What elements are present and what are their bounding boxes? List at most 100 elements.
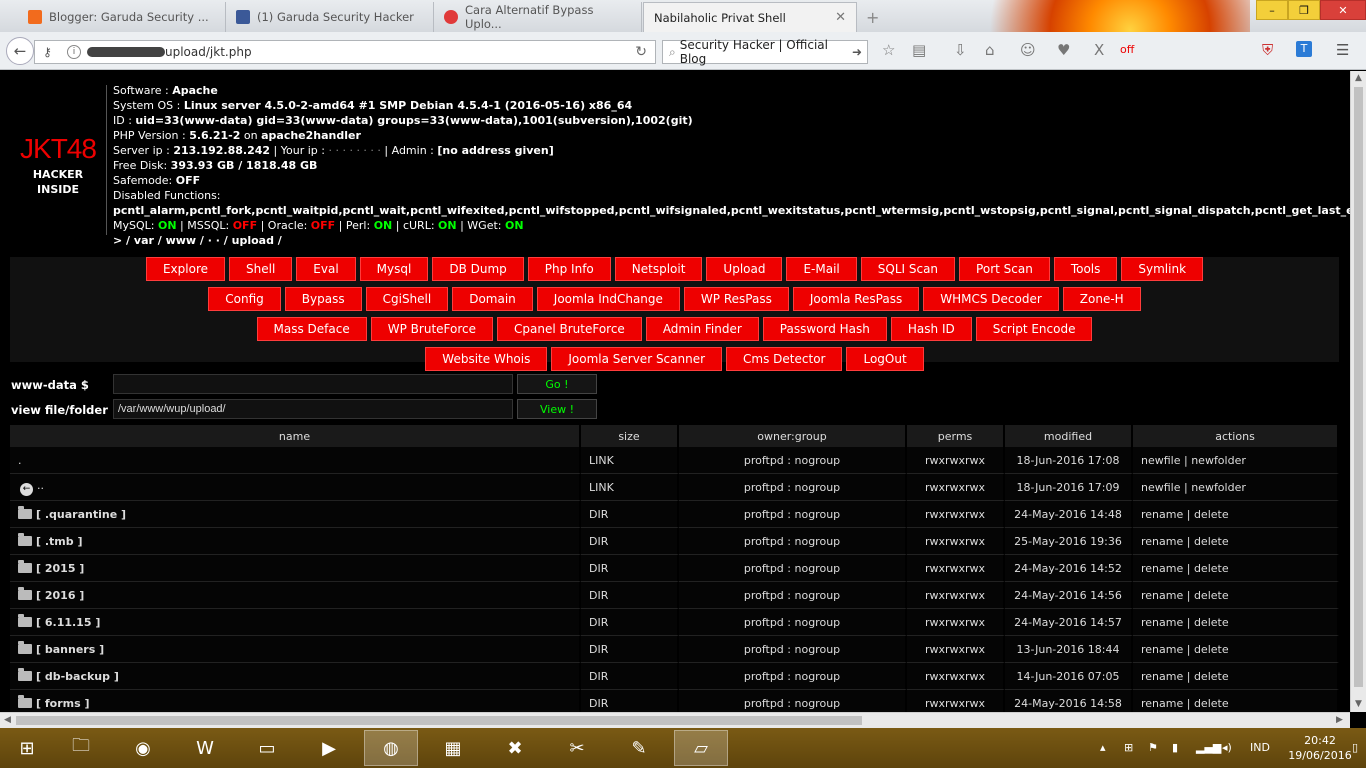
search-text[interactable]: Security Hacker | Official Blog [680, 38, 852, 66]
search-bar[interactable]: ⌕ Security Hacker | Official Blog ➜ [662, 38, 868, 66]
bookmark-star-icon[interactable]: ☆ [882, 41, 895, 59]
column-header-modified[interactable]: modified [1005, 425, 1133, 447]
file-name[interactable]: [ 2015 ] [36, 562, 84, 575]
file-name[interactable]: . [18, 454, 22, 467]
scroll-down-icon[interactable]: ▼ [1355, 699, 1362, 709]
volume-icon[interactable]: ◂) [1222, 741, 1232, 754]
breadcrumb-path[interactable]: > / var / www / · · / upload / [113, 233, 1350, 248]
file-name[interactable]: [ .quarantine ] [36, 508, 126, 521]
action-link[interactable]: delete [1194, 697, 1229, 710]
scroll-thumb[interactable] [16, 716, 862, 725]
window-close-button[interactable]: ✕ [1320, 0, 1366, 20]
menu-button-cgishell[interactable]: CgiShell [365, 287, 449, 311]
menu-button-password-hash[interactable]: Password Hash [762, 317, 887, 341]
perms-cell[interactable]: rwxrwxrwx [907, 582, 1005, 609]
menu-button-symlink[interactable]: Symlink [1121, 257, 1204, 281]
menu-button-wp-bruteforce[interactable]: WP BruteForce [370, 317, 493, 341]
tray-expand-icon[interactable]: ▴ [1100, 741, 1106, 754]
menu-button-mysql[interactable]: Mysql [359, 257, 429, 281]
menu-button-bypass[interactable]: Bypass [284, 287, 362, 311]
action-link[interactable]: rename [1141, 643, 1183, 656]
modified-cell[interactable]: 13-Jun-2016 18:44 [1005, 636, 1133, 663]
notepad-icon[interactable]: ▱ [674, 730, 728, 766]
menu-button-port-scan[interactable]: Port Scan [959, 257, 1050, 281]
tab-bypass-upload[interactable]: Cara Alternatif Bypass Uplo... [434, 2, 642, 32]
media-player-icon[interactable]: ▶ [302, 730, 356, 766]
download-icon[interactable]: ⇩ [954, 41, 967, 59]
chrome-icon[interactable]: ◉ [116, 730, 170, 766]
file-name[interactable]: [ db-backup ] [36, 670, 119, 683]
flag-icon[interactable]: ⚑ [1148, 741, 1158, 754]
table-row[interactable]: [ db-backup ] DIR proftpd : nogroup rwxrwxr… [10, 663, 1339, 690]
menu-button-cpanel-bruteforce[interactable]: Cpanel BruteForce [497, 317, 642, 341]
action-link[interactable]: newfolder [1191, 481, 1246, 494]
clipboard-icon[interactable]: ▤ [912, 41, 926, 59]
menu-button-upload[interactable]: Upload [706, 257, 783, 281]
notifications-icon[interactable]: ▯ [1352, 741, 1358, 754]
scroll-left-icon[interactable]: ◀ [4, 715, 11, 725]
table-row[interactable]: [ .quarantine ] DIR proftpd : nogroup rwxrw… [10, 501, 1339, 528]
modified-cell[interactable]: 18-Jun-2016 17:08 [1005, 447, 1133, 474]
column-header-name[interactable]: name [10, 425, 581, 447]
shield-icon[interactable]: ⛨ [1262, 41, 1273, 59]
tab-facebook[interactable]: (1) Garuda Security Hacker [226, 2, 434, 32]
perms-cell[interactable]: rwxrwxrwx [907, 663, 1005, 690]
firefox-icon[interactable]: ◍ [364, 730, 418, 766]
perms-cell[interactable]: rwxrwxrwx [907, 690, 1005, 712]
menu-button-zone-h[interactable]: Zone-H [1062, 287, 1141, 311]
table-row[interactable]: [ 6.11.15 ] DIR proftpd : nogroup rwxrwxrwx… [10, 609, 1339, 636]
menu-button-hash-id[interactable]: Hash ID [890, 317, 972, 341]
home-icon[interactable]: ⌂ [985, 41, 995, 59]
maximize-button[interactable]: ❐ [1288, 0, 1320, 20]
action-link[interactable]: delete [1194, 670, 1229, 683]
action-link[interactable]: rename [1141, 535, 1183, 548]
new-tab-button[interactable]: + [866, 8, 879, 27]
menu-button-cms-detector[interactable]: Cms Detector [726, 347, 843, 371]
windows-icon[interactable]: ⊞ [1124, 741, 1133, 754]
view-path-input[interactable] [113, 399, 513, 419]
modified-cell[interactable]: 25-May-2016 19:36 [1005, 528, 1133, 555]
start-button[interactable]: ⊞ [0, 730, 54, 766]
language-indicator[interactable]: IND [1250, 741, 1270, 754]
action-link[interactable]: rename [1141, 697, 1183, 710]
back-button[interactable]: ← [6, 37, 34, 65]
scroll-up-icon[interactable]: ▲ [1355, 73, 1362, 83]
go-button[interactable]: Go ! [517, 374, 597, 394]
modified-cell[interactable]: 24-May-2016 14:58 [1005, 690, 1133, 712]
menu-button-script-encode[interactable]: Script Encode [975, 317, 1093, 341]
clock[interactable]: 20:42 19/06/2016 [1288, 733, 1352, 763]
perms-cell[interactable]: rwxrwxrwx [907, 528, 1005, 555]
file-explorer-icon[interactable]: 🗀 [54, 730, 108, 766]
reload-icon[interactable]: ↻ [635, 44, 647, 60]
action-link[interactable]: rename [1141, 562, 1183, 575]
menu-button-joomla-server-scanner[interactable]: Joomla Server Scanner [551, 347, 723, 371]
menu-button-shell[interactable]: Shell [229, 257, 293, 281]
perms-cell[interactable]: rwxrwxrwx [907, 501, 1005, 528]
tab-blogger[interactable]: Blogger: Garuda Security ... [18, 2, 226, 32]
perms-cell[interactable]: rwxrwxrwx [907, 636, 1005, 663]
action-link[interactable]: delete [1194, 562, 1229, 575]
calculator-icon[interactable]: ▦ [426, 730, 480, 766]
table-row[interactable]: . LINK proftpd : nogroup rwxrwxrwx 18-Jun-20… [10, 447, 1339, 474]
translate-icon[interactable]: T [1296, 41, 1312, 57]
file-name[interactable]: [ banners ] [36, 643, 104, 656]
horizontal-scrollbar[interactable]: ◀ ▶ [0, 712, 1350, 728]
command-input[interactable] [113, 374, 513, 394]
column-header-size[interactable]: size [581, 425, 679, 447]
action-link[interactable]: rename [1141, 508, 1183, 521]
table-row[interactable]: [ forms ] DIR proftpd : nogroup rwxrwxrwx 24… [10, 690, 1339, 712]
url-bar[interactable]: ⚷ i upload/jkt.php ↻ [34, 40, 656, 64]
scroll-right-icon[interactable]: ▶ [1336, 715, 1343, 725]
menu-button-wp-respass[interactable]: WP ResPass [683, 287, 789, 311]
vertical-scrollbar[interactable]: ▲ ▼ [1350, 71, 1366, 712]
action-link[interactable]: newfile [1141, 481, 1181, 494]
column-header-owner[interactable]: owner:group [679, 425, 907, 447]
modified-cell[interactable]: 18-Jun-2016 17:09 [1005, 474, 1133, 501]
modified-cell[interactable]: 24-May-2016 14:48 [1005, 501, 1133, 528]
notepad-plus-icon[interactable]: ✎ [612, 730, 666, 766]
file-name[interactable]: [ 2016 ] [36, 589, 84, 602]
menu-button-php-info[interactable]: Php Info [527, 257, 611, 281]
smiley-icon[interactable]: ☺ [1020, 41, 1036, 59]
action-link[interactable]: rename [1141, 670, 1183, 683]
menu-button-e-mail[interactable]: E-Mail [786, 257, 857, 281]
